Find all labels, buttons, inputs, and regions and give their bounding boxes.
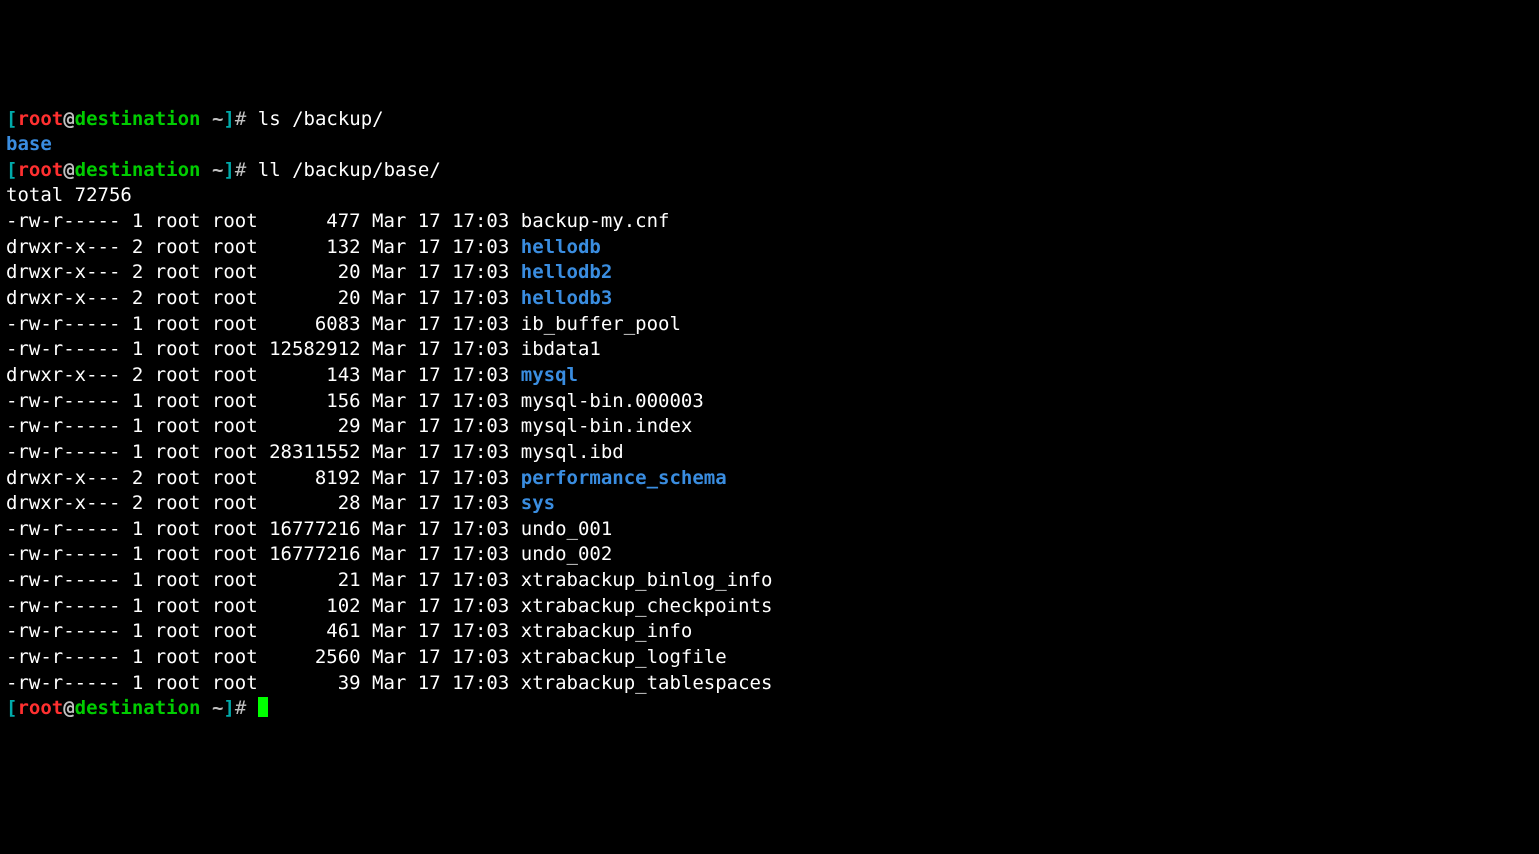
listing-filename: performance_schema [521,467,727,489]
listing-meta: drwxr-x--- 2 root root 20 Mar 17 17:03 [6,261,521,283]
listing-row: drwxr-x--- 2 root root 132 Mar 17 17:03 … [6,235,1533,261]
prompt-hash: # [235,697,246,719]
listing-filename: xtrabackup_checkpoints [521,595,773,617]
prompt-user: root [17,108,63,130]
listing-meta: drwxr-x--- 2 root root 8192 Mar 17 17:03 [6,467,521,489]
prompt-path: ~ [212,108,223,130]
listing-row: drwxr-x--- 2 root root 8192 Mar 17 17:03… [6,466,1533,492]
listing-row: -rw-r----- 1 root root 156 Mar 17 17:03 … [6,389,1533,415]
listing-filename: mysql [521,364,578,386]
listing-row: drwxr-x--- 2 root root 20 Mar 17 17:03 h… [6,260,1533,286]
listing-filename: backup-my.cnf [521,210,670,232]
listing-row: -rw-r----- 1 root root 461 Mar 17 17:03 … [6,619,1533,645]
command-text: ls /backup/ [258,108,384,130]
listing-filename: mysql-bin.000003 [521,390,704,412]
prompt-bracket-open: [ [6,697,17,719]
prompt-at: @ [63,108,74,130]
prompt-bracket-close: ] [223,159,234,181]
listing-row: -rw-r----- 1 root root 21 Mar 17 17:03 x… [6,568,1533,594]
listing-filename: mysql.ibd [521,441,624,463]
listing-meta: -rw-r----- 1 root root 461 Mar 17 17:03 [6,620,521,642]
prompt-user: root [17,697,63,719]
listing-meta: -rw-r----- 1 root root 2560 Mar 17 17:03 [6,646,521,668]
listing-row: -rw-r----- 1 root root 28311552 Mar 17 1… [6,440,1533,466]
listing-filename: xtrabackup_info [521,620,693,642]
listing-meta: -rw-r----- 1 root root 477 Mar 17 17:03 [6,210,521,232]
listing-row: -rw-r----- 1 root root 477 Mar 17 17:03 … [6,209,1533,235]
listing-meta: -rw-r----- 1 root root 16777216 Mar 17 1… [6,543,521,565]
listing-meta: drwxr-x--- 2 root root 28 Mar 17 17:03 [6,492,521,514]
listing-row: -rw-r----- 1 root root 12582912 Mar 17 1… [6,337,1533,363]
listing-filename: hellodb [521,236,601,258]
listing-row: -rw-r----- 1 root root 16777216 Mar 17 1… [6,517,1533,543]
listing-meta: -rw-r----- 1 root root 16777216 Mar 17 1… [6,518,521,540]
listing-filename: xtrabackup_tablespaces [521,672,773,694]
listing-meta: -rw-r----- 1 root root 102 Mar 17 17:03 [6,595,521,617]
listing-filename: hellodb3 [521,287,613,309]
listing-meta: drwxr-x--- 2 root root 132 Mar 17 17:03 [6,236,521,258]
prompt-at: @ [63,159,74,181]
prompt-host: destination [75,159,201,181]
listing-row: drwxr-x--- 2 root root 28 Mar 17 17:03 s… [6,491,1533,517]
listing-meta: -rw-r----- 1 root root 28311552 Mar 17 1… [6,441,521,463]
listing-row: drwxr-x--- 2 root root 20 Mar 17 17:03 h… [6,286,1533,312]
listing-meta: -rw-r----- 1 root root 12582912 Mar 17 1… [6,338,521,360]
listing-row: -rw-r----- 1 root root 2560 Mar 17 17:03… [6,645,1533,671]
prompt-bracket-open: [ [6,108,17,130]
command-line: [root@destination ~]# ls /backup/ [6,107,1533,133]
directory-name: base [6,133,52,155]
command-text: ll /backup/base/ [258,159,441,181]
listing-meta: -rw-r----- 1 root root 6083 Mar 17 17:03 [6,313,521,335]
command-line: [root@destination ~]# ll /backup/base/ [6,158,1533,184]
listing-filename: hellodb2 [521,261,613,283]
prompt-bracket-close: ] [223,697,234,719]
listing-meta: -rw-r----- 1 root root 29 Mar 17 17:03 [6,415,521,437]
listing-filename: sys [521,492,555,514]
listing-filename: ib_buffer_pool [521,313,681,335]
listing-meta: drwxr-x--- 2 root root 20 Mar 17 17:03 [6,287,521,309]
listing-filename: undo_001 [521,518,613,540]
listing-row: drwxr-x--- 2 root root 143 Mar 17 17:03 … [6,363,1533,389]
listing-row: -rw-r----- 1 root root 16777216 Mar 17 1… [6,542,1533,568]
listing-row: -rw-r----- 1 root root 102 Mar 17 17:03 … [6,594,1533,620]
listing-filename: xtrabackup_logfile [521,646,727,668]
prompt-bracket-close: ] [223,108,234,130]
terminal-output[interactable]: [root@destination ~]# ls /backup/base[ro… [6,107,1533,722]
listing-filename: ibdata1 [521,338,601,360]
listing-row: -rw-r----- 1 root root 39 Mar 17 17:03 x… [6,671,1533,697]
total-line: total 72756 [6,183,1533,209]
listing-filename: undo_002 [521,543,613,565]
prompt-at: @ [63,697,74,719]
prompt-bracket-open: [ [6,159,17,181]
listing-row: -rw-r----- 1 root root 6083 Mar 17 17:03… [6,312,1533,338]
command-line-active[interactable]: [root@destination ~]# [6,696,1533,722]
cursor-icon[interactable] [258,697,268,717]
prompt-hash: # [235,108,246,130]
listing-meta: drwxr-x--- 2 root root 143 Mar 17 17:03 [6,364,521,386]
listing-row: -rw-r----- 1 root root 29 Mar 17 17:03 m… [6,414,1533,440]
prompt-path: ~ [212,697,223,719]
prompt-user: root [17,159,63,181]
listing-meta: -rw-r----- 1 root root 39 Mar 17 17:03 [6,672,521,694]
prompt-host: destination [75,697,201,719]
prompt-path: ~ [212,159,223,181]
listing-filename: mysql-bin.index [521,415,693,437]
prompt-host: destination [75,108,201,130]
ls-output: base [6,132,1533,158]
listing-meta: -rw-r----- 1 root root 156 Mar 17 17:03 [6,390,521,412]
prompt-hash: # [235,159,246,181]
